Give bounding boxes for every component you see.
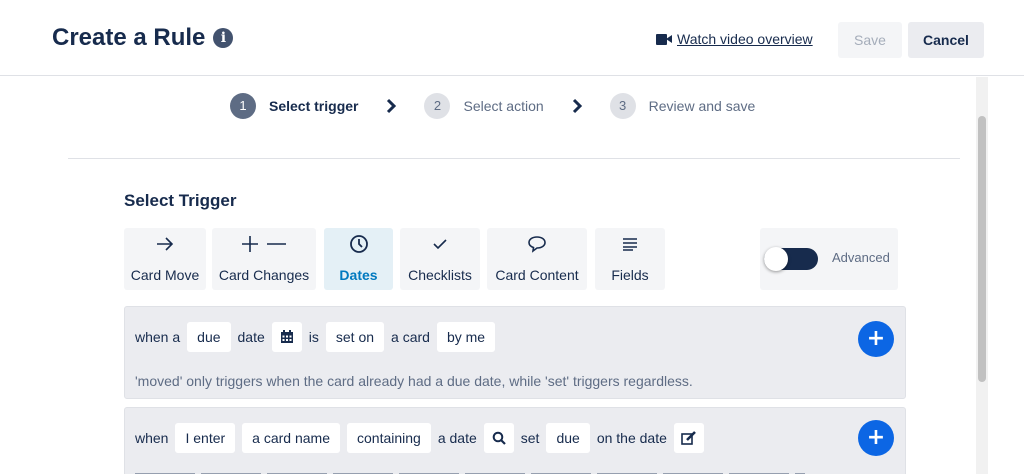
save-button[interactable]: Save <box>838 22 902 58</box>
step-number: 3 <box>610 93 636 119</box>
tab-label: Dates <box>324 267 393 283</box>
step-number: 2 <box>424 93 450 119</box>
divider <box>68 158 960 159</box>
plus-minus-icon <box>212 234 316 254</box>
toggle-knob <box>764 247 788 271</box>
lines-icon <box>595 234 665 254</box>
trigger-option-card-name-date: when I enter a card name containing a da… <box>124 407 906 474</box>
static-text: date <box>238 329 265 345</box>
watch-video-label: Watch video overview <box>677 31 813 47</box>
section-title: Select Trigger <box>124 191 236 211</box>
video-camera-icon <box>656 34 672 45</box>
check-icon <box>400 234 480 254</box>
static-text: when <box>135 430 168 446</box>
static-text: set <box>521 430 540 446</box>
static-text: on the date <box>597 430 667 446</box>
tab-checklists[interactable]: Checklists <box>400 228 480 290</box>
date-type-select[interactable]: due <box>187 322 230 352</box>
step-number: 1 <box>230 93 256 119</box>
actor-select[interactable]: by me <box>437 322 495 352</box>
tab-card-changes[interactable]: Card Changes <box>212 228 316 290</box>
tab-fields[interactable]: Fields <box>595 228 665 290</box>
search-icon[interactable] <box>484 423 514 453</box>
step-label: Select action <box>463 98 543 114</box>
advanced-toggle-box: Advanced <box>760 228 898 290</box>
trigger-option-due-date: when a due date is set on a card by me '… <box>124 306 906 399</box>
date-type-select[interactable]: due <box>546 423 589 453</box>
calendar-icon[interactable] <box>272 322 302 352</box>
edit-icon[interactable] <box>674 423 704 453</box>
tab-label: Checklists <box>400 267 480 283</box>
scrollbar-thumb[interactable] <box>978 116 986 382</box>
trigger-description: 'moved' only triggers when the card alre… <box>135 373 693 389</box>
tab-label: Card Content <box>487 267 587 283</box>
chevron-right-icon <box>571 98 583 114</box>
trigger-sentence: when I enter a card name containing a da… <box>135 423 711 453</box>
advanced-label: Advanced <box>832 250 890 265</box>
add-trigger-button[interactable]: + <box>858 420 894 456</box>
tab-label: Card Changes <box>212 267 316 283</box>
clock-icon <box>324 234 393 254</box>
add-trigger-button[interactable]: + <box>858 321 894 357</box>
step-select-trigger[interactable]: 1 Select trigger <box>230 93 358 119</box>
tab-card-move[interactable]: Card Move <box>124 228 206 290</box>
tab-dates[interactable]: Dates <box>324 228 393 290</box>
actor-select[interactable]: I enter <box>175 423 235 453</box>
step-label: Review and save <box>649 98 756 114</box>
advanced-toggle[interactable] <box>764 248 818 270</box>
tab-card-content[interactable]: Card Content <box>487 228 587 290</box>
step-review-and-save[interactable]: 3 Review and save <box>610 93 756 119</box>
static-text: a card <box>391 329 430 345</box>
trigger-sentence: when a due date is set on a card by me <box>135 322 502 352</box>
plus-icon: + <box>867 427 885 449</box>
card-field-select[interactable]: a card name <box>242 423 340 453</box>
tab-label: Fields <box>595 267 665 283</box>
chevron-right-icon <box>385 98 397 114</box>
step-label: Select trigger <box>269 98 358 114</box>
page-title: Create a Rule i <box>52 24 233 52</box>
header: Create a Rule i Watch video overview Sav… <box>0 0 1024 76</box>
static-text: when a <box>135 329 180 345</box>
stepper: 1 Select trigger 2 Select action 3 Revie… <box>230 91 755 121</box>
arrow-right-icon <box>124 234 206 254</box>
info-icon[interactable]: i <box>213 28 233 48</box>
speech-bubble-icon <box>487 234 587 254</box>
static-text: is <box>309 329 319 345</box>
step-select-action[interactable]: 2 Select action <box>424 93 543 119</box>
tab-label: Card Move <box>124 267 206 283</box>
watch-video-link[interactable]: Watch video overview <box>656 31 813 47</box>
plus-icon: + <box>867 328 885 350</box>
page-title-text: Create a Rule <box>52 24 205 52</box>
action-select[interactable]: set on <box>326 322 384 352</box>
static-text: a date <box>438 430 477 446</box>
cancel-button[interactable]: Cancel <box>908 22 984 58</box>
truncated-description <box>135 470 805 474</box>
match-select[interactable]: containing <box>347 423 431 453</box>
